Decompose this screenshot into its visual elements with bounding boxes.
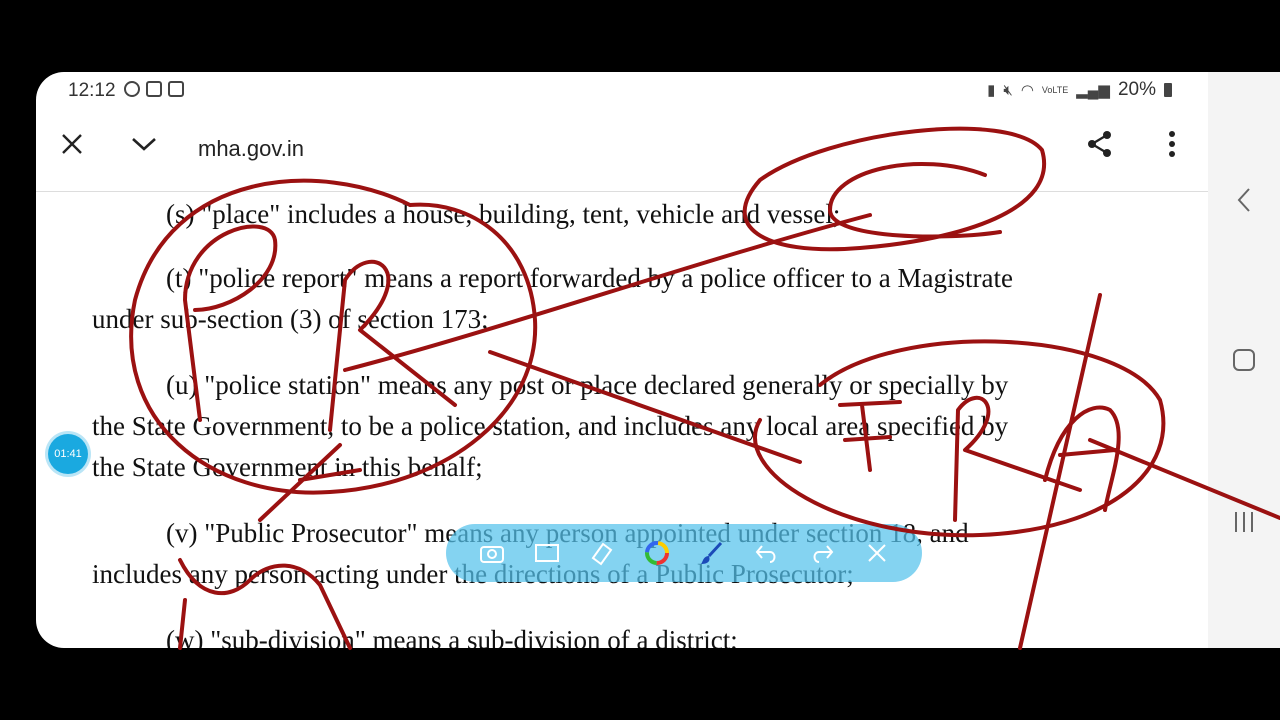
close-tab-button[interactable] — [54, 126, 90, 162]
back-button[interactable] — [1226, 182, 1262, 218]
text-line: (u) "police station" means any post or p… — [166, 370, 1009, 400]
page-url[interactable]: mha.gov.in — [198, 136, 304, 162]
gallery-icon — [146, 81, 162, 97]
nfc-icon: ▮ — [987, 82, 996, 99]
navigation-bar — [1208, 72, 1280, 648]
close-drawing-tool[interactable] — [860, 536, 894, 570]
color-picker-icon — [644, 541, 669, 565]
signal-icon: ▂▄▆ — [1076, 82, 1110, 99]
home-button[interactable] — [1226, 342, 1262, 378]
redo-tool[interactable] — [805, 536, 839, 570]
color-tool[interactable] — [640, 536, 674, 570]
eraser-icon — [591, 542, 612, 566]
more-vert-icon — [1169, 131, 1175, 157]
recents-icon — [1235, 512, 1253, 532]
undo-tool[interactable] — [750, 536, 784, 570]
browser-toolbar: mha.gov.in — [36, 108, 1208, 192]
close-icon — [62, 134, 82, 154]
brush-tool[interactable] — [695, 536, 729, 570]
rectangle-tool[interactable] — [530, 536, 564, 570]
status-bar: 12:12 ▮ 🔇︎ ◠ VoLTE ▂▄▆ 20% — [36, 72, 1208, 108]
chevron-down-icon — [132, 138, 156, 151]
wifi-icon: ◠ — [1020, 82, 1034, 99]
calendar-icon — [168, 81, 184, 97]
rectangle-icon — [534, 544, 559, 562]
collapse-button[interactable] — [126, 126, 162, 162]
definition-t: (t) "police report" means a report forwa… — [92, 258, 1152, 340]
share-button[interactable] — [1082, 126, 1118, 162]
home-icon — [1233, 349, 1255, 371]
battery-percent: 20% — [1117, 79, 1156, 100]
status-time: 12:12 — [68, 80, 116, 101]
definition-u: (u) "police station" means any post or p… — [92, 365, 1152, 488]
brush-icon — [700, 541, 722, 564]
back-icon — [1237, 188, 1250, 212]
status-right-icons: ▮ 🔇︎ ◠ VoLTE ▂▄▆ 20% — [987, 79, 1172, 101]
text-line: the State Government in this behalf; — [92, 452, 483, 482]
recording-timer[interactable]: 01:41 — [48, 434, 88, 474]
camera-icon — [479, 546, 504, 563]
undo-icon — [755, 545, 775, 563]
volte-label: VoLTE — [1041, 85, 1069, 95]
definition-w: (w) "sub-division" means a sub-division … — [92, 620, 1152, 648]
text-line: under sub-section (3) of section 173; — [92, 304, 489, 334]
eraser-tool[interactable] — [585, 536, 619, 570]
mute-icon: 🔇︎ — [1003, 81, 1013, 99]
redo-icon — [813, 545, 833, 563]
text-line: (w) "sub-division" means a sub-division … — [166, 625, 738, 648]
screenshot-tool[interactable] — [475, 536, 509, 570]
status-notification-icons — [124, 81, 184, 97]
drawing-toolbar — [446, 524, 922, 582]
text-line: (t) "police report" means a report forwa… — [166, 263, 1013, 293]
more-options-button[interactable] — [1154, 126, 1190, 162]
close-icon — [867, 544, 886, 562]
definition-s: (s) "place" includes a house, building, … — [92, 194, 1152, 235]
battery-icon — [1164, 83, 1172, 97]
share-icon — [1088, 131, 1111, 157]
text-line: the State Government, to be a police sta… — [92, 411, 1009, 441]
recents-button[interactable] — [1226, 504, 1262, 540]
text-line: (s) "place" includes a house, building, … — [166, 199, 841, 229]
screen-record-icon — [124, 81, 140, 97]
